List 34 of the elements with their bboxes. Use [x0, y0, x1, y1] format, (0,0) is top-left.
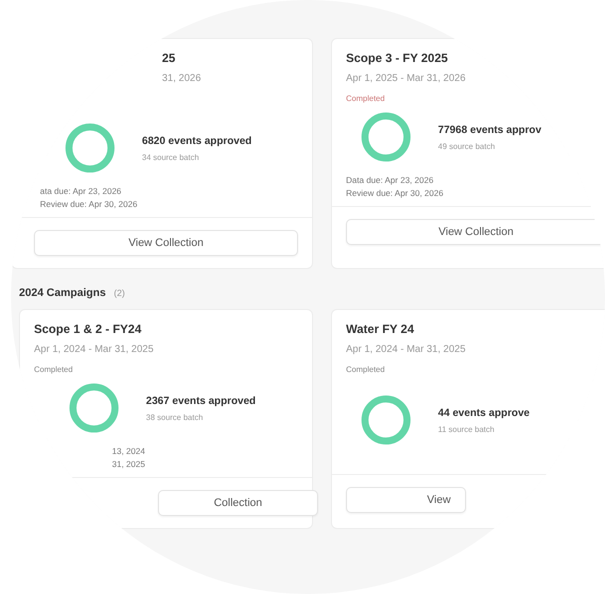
batch-count: 34 source batch: [142, 152, 200, 162]
due-date: Review due: Apr 30, 2026: [346, 188, 444, 198]
ring-icon: [360, 111, 412, 163]
due-date: Review due: Apr 30, 2026: [40, 199, 138, 209]
view-collection-button[interactable]: Collection: [158, 490, 318, 516]
date-range: Apr 1, 2024 - Mar 31, 2025: [34, 344, 155, 355]
due-date: 31, 2025: [112, 459, 146, 469]
campaign-title: 25: [161, 51, 176, 65]
batch-count: 49 source batch: [438, 142, 496, 150]
section-count: (2): [114, 288, 125, 298]
campaign-title: Water FY 24: [346, 322, 416, 336]
campaign-title: Scope 1 & 2 - FY24: [34, 322, 142, 336]
date-range: Apr 1, 2025 - Mar 31, 2026: [346, 73, 467, 84]
section-title: 2024 Campaigns: [19, 287, 106, 299]
due-date: ata due: Apr 23, 2026: [40, 186, 122, 196]
view-collection-button[interactable]: View: [346, 487, 466, 513]
due-date: 13, 2024: [112, 446, 146, 456]
due-date: Data due: Apr 23, 2026: [346, 175, 434, 185]
date-range: 31, 2026: [161, 73, 202, 84]
campaign-title: Scope 3 - FY 2025: [346, 51, 449, 65]
status-label: Completed: [346, 365, 385, 374]
events-count: 6820 events approved: [142, 134, 252, 146]
status-label: Completed: [346, 94, 385, 103]
view-collection-button[interactable]: View Collection: [34, 230, 298, 256]
ring-icon: [360, 394, 412, 446]
batch-count: 11 source batch: [438, 424, 496, 434]
status-label: Completed: [34, 365, 73, 374]
ring-icon: [68, 382, 120, 434]
date-range: Apr 1, 2024 - Mar 31, 2025: [346, 344, 467, 355]
events-count: 2367 events approved: [146, 394, 256, 406]
batch-count: 38 source batch: [146, 412, 204, 422]
events-count: 44 events approve: [438, 406, 530, 418]
events-count: 77968 events approv: [438, 124, 542, 136]
ring-icon: [64, 122, 116, 174]
